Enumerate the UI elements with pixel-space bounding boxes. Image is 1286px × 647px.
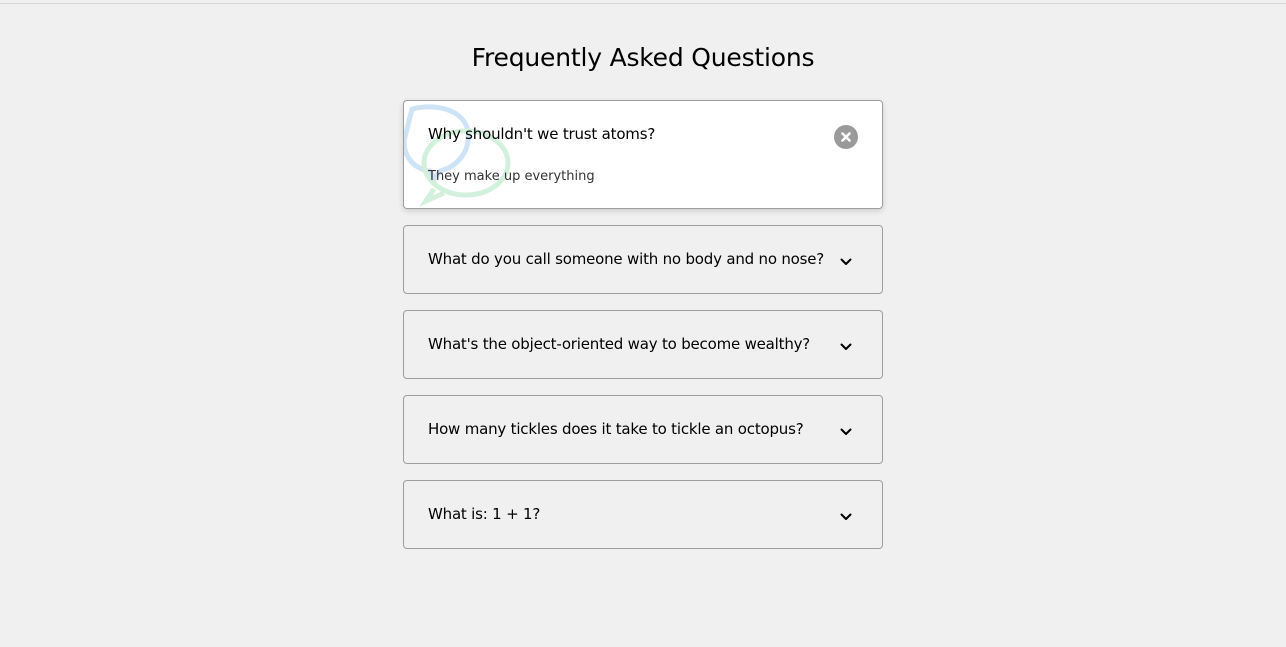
chat-bubbles-icon <box>404 104 511 207</box>
faq-list: Why shouldn't we trust atoms? They make … <box>403 100 883 565</box>
chevron-down-icon <box>840 343 852 350</box>
faq-item[interactable]: Why shouldn't we trust atoms? They make … <box>403 100 883 209</box>
close-button[interactable] <box>834 125 858 149</box>
page-title: Frequently Asked Questions <box>471 43 815 72</box>
expand-button[interactable] <box>834 505 858 529</box>
faq-answer: They make up everything <box>428 169 595 184</box>
chevron-down-icon <box>840 258 852 265</box>
close-icon <box>841 132 851 142</box>
expand-button[interactable] <box>834 420 858 444</box>
faq-item[interactable]: What's the object-oriented way to become… <box>403 310 883 379</box>
faq-item[interactable]: What is: 1 + 1? <box>403 480 883 549</box>
faq-item[interactable]: How many tickles does it take to tickle … <box>403 395 883 464</box>
chevron-down-icon <box>840 513 852 520</box>
faq-question: Why shouldn't we trust atoms? <box>428 125 656 143</box>
faq-question: What do you call someone with no body an… <box>428 250 825 268</box>
top-divider <box>0 3 1286 4</box>
expand-button[interactable] <box>834 250 858 274</box>
faq-question: What is: 1 + 1? <box>428 505 541 523</box>
faq-item[interactable]: What do you call someone with no body an… <box>403 225 883 294</box>
faq-question: What's the object-oriented way to become… <box>428 335 811 353</box>
chevron-down-icon <box>840 428 852 435</box>
expand-button[interactable] <box>834 335 858 359</box>
faq-question: How many tickles does it take to tickle … <box>428 420 804 438</box>
